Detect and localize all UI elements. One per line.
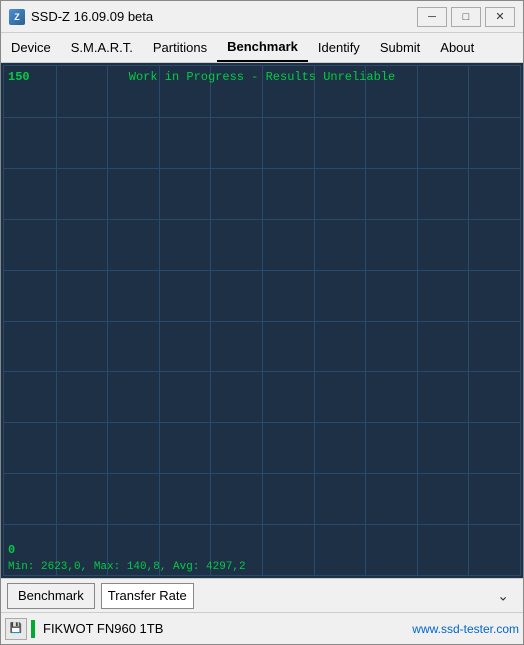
chart-watermark: Work in Progress - Results Unreliable xyxy=(4,70,520,84)
menu-item-identify[interactable]: Identify xyxy=(308,33,370,62)
transfer-rate-select-wrapper: Transfer Rate IOPS Latency xyxy=(101,583,517,609)
drive-bar xyxy=(31,620,35,638)
website-link: www.ssd-tester.com xyxy=(412,622,519,636)
main-window: Z SSD-Z 16.09.09 beta ─ □ ✕ Device S.M.A… xyxy=(0,0,524,645)
chart-stats: Min: 2623,0, Max: 140,8, Avg: 4297,2 xyxy=(8,561,246,573)
drive-name: FIKWOT FN960 1TB xyxy=(39,621,408,636)
maximize-button[interactable]: □ xyxy=(451,7,481,27)
menu-item-smart[interactable]: S.M.A.R.T. xyxy=(61,33,143,62)
menu-item-partitions[interactable]: Partitions xyxy=(143,33,217,62)
menu-item-submit[interactable]: Submit xyxy=(370,33,430,62)
chart-area: 150 Work in Progress - Results Unreliabl… xyxy=(3,65,521,576)
menu-item-device[interactable]: Device xyxy=(1,33,61,62)
window-title: SSD-Z 16.09.09 beta xyxy=(31,9,417,24)
chart-grid xyxy=(4,66,520,575)
menu-item-about[interactable]: About xyxy=(430,33,484,62)
bottom-controls: Benchmark Transfer Rate IOPS Latency xyxy=(1,578,523,612)
app-icon: Z xyxy=(9,9,25,25)
status-icon: 💾 xyxy=(5,618,27,640)
title-bar: Z SSD-Z 16.09.09 beta ─ □ ✕ xyxy=(1,1,523,33)
window-controls: ─ □ ✕ xyxy=(417,7,515,27)
menu-item-benchmark[interactable]: Benchmark xyxy=(217,33,308,62)
transfer-rate-select[interactable]: Transfer Rate IOPS Latency xyxy=(101,583,194,609)
status-bar: 💾 FIKWOT FN960 1TB www.ssd-tester.com xyxy=(1,612,523,644)
chart-y-min: 0 xyxy=(8,543,15,557)
content-area: 150 Work in Progress - Results Unreliabl… xyxy=(1,63,523,578)
close-button[interactable]: ✕ xyxy=(485,7,515,27)
minimize-button[interactable]: ─ xyxy=(417,7,447,27)
menu-bar: Device S.M.A.R.T. Partitions Benchmark I… xyxy=(1,33,523,63)
benchmark-button[interactable]: Benchmark xyxy=(7,583,95,609)
